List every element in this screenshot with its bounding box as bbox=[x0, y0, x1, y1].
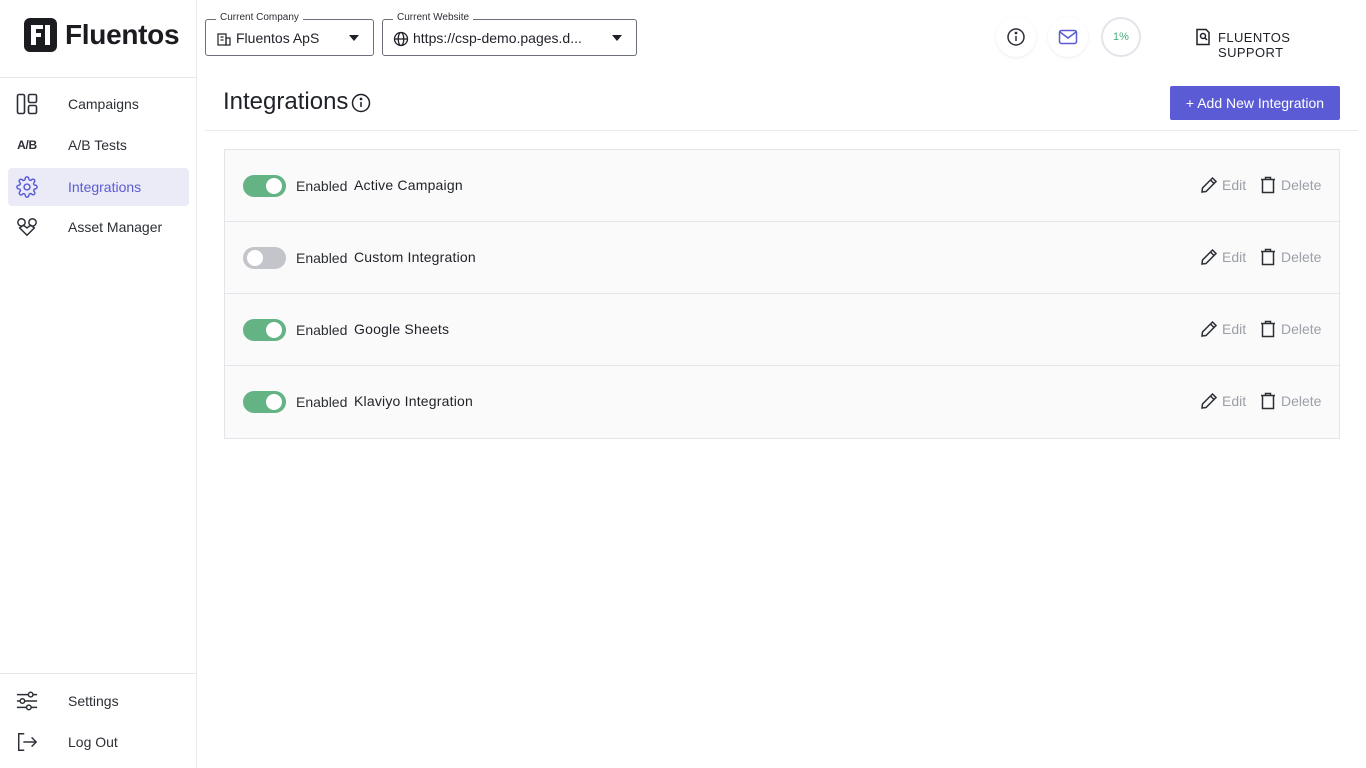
integration-row: Enabled Google Sheets Edit Delete bbox=[225, 294, 1339, 366]
pencil-icon bbox=[1201, 248, 1218, 265]
delete-button[interactable]: Delete bbox=[1259, 320, 1321, 338]
integrations-list: Enabled Active Campaign Edit Delete Enab… bbox=[224, 149, 1340, 439]
sidebar-item-label: Asset Manager bbox=[68, 219, 163, 235]
ab-tests-icon: A/B bbox=[17, 138, 37, 152]
logout-icon bbox=[16, 731, 38, 753]
brand-logo[interactable]: Fluentos bbox=[24, 18, 180, 52]
trash-icon bbox=[1261, 176, 1275, 194]
enabled-toggle[interactable] bbox=[243, 175, 286, 197]
website-select[interactable]: Current Website https://csp-demo.pages.d… bbox=[382, 12, 637, 56]
building-icon bbox=[216, 31, 232, 47]
support-document-icon bbox=[1194, 28, 1212, 51]
edit-button[interactable]: Edit bbox=[1200, 392, 1246, 410]
enabled-label: Enabled bbox=[296, 394, 348, 410]
pencil-icon bbox=[1201, 176, 1218, 193]
enabled-toggle[interactable] bbox=[243, 319, 286, 341]
sidebar-item-label: Log Out bbox=[68, 734, 118, 750]
enabled-toggle[interactable] bbox=[243, 391, 286, 413]
enabled-label: Enabled bbox=[296, 322, 348, 338]
sidebar-divider bbox=[0, 673, 197, 674]
delete-button[interactable]: Delete bbox=[1259, 392, 1321, 410]
logo-mark-icon bbox=[24, 18, 57, 52]
integration-name: Google Sheets bbox=[354, 321, 450, 337]
sidebar-divider bbox=[0, 77, 197, 78]
pencil-icon bbox=[1201, 392, 1218, 409]
integration-name: Klaviyo Integration bbox=[354, 393, 473, 409]
page-title: Integrations bbox=[223, 88, 349, 115]
sidebar-item-label: Integrations bbox=[68, 179, 142, 195]
info-icon[interactable] bbox=[351, 93, 371, 118]
delete-button[interactable]: Delete bbox=[1259, 176, 1321, 194]
website-select-label: Current Website bbox=[393, 12, 474, 23]
enabled-label: Enabled bbox=[296, 178, 348, 194]
edit-button[interactable]: Edit bbox=[1200, 248, 1246, 266]
trash-icon bbox=[1261, 320, 1275, 338]
enabled-label: Enabled bbox=[296, 250, 348, 266]
info-icon bbox=[1007, 28, 1025, 46]
sidebar-item-integrations[interactable]: Integrations bbox=[8, 168, 189, 206]
sidebar-item-campaigns[interactable]: Campaigns bbox=[8, 85, 189, 123]
campaigns-icon bbox=[16, 93, 38, 115]
sidebar-item-label: A/B Tests bbox=[68, 137, 127, 153]
integration-row: Enabled Klaviyo Integration Edit Delete bbox=[225, 366, 1339, 438]
company-select-value: Fluentos ApS bbox=[236, 30, 320, 46]
setup-progress-indicator[interactable]: 1% bbox=[1101, 17, 1141, 57]
messages-button[interactable] bbox=[1048, 17, 1088, 57]
company-select-label: Current Company bbox=[216, 12, 303, 23]
website-select-value: https://csp-demo.pages.d... bbox=[413, 30, 582, 46]
trash-icon bbox=[1261, 248, 1275, 266]
sidebar-item-settings[interactable]: Settings bbox=[8, 682, 189, 720]
pencil-icon bbox=[1201, 320, 1218, 337]
gear-icon bbox=[16, 176, 38, 198]
sidebar-item-ab-tests[interactable]: A/B A/B Tests bbox=[8, 126, 189, 164]
support-button-label: FLUENTOS SUPPORT bbox=[1218, 30, 1291, 60]
edit-button[interactable]: Edit bbox=[1200, 320, 1246, 338]
add-new-integration-button[interactable]: + Add New Integration bbox=[1170, 86, 1340, 120]
sidebar: Fluentos Campaigns A/B A/B Tests Integra… bbox=[0, 0, 197, 768]
support-button[interactable]: FLUENTOS SUPPORT bbox=[1180, 17, 1358, 60]
sliders-icon bbox=[16, 690, 38, 712]
chevron-down-icon bbox=[349, 35, 359, 41]
trash-icon bbox=[1261, 392, 1275, 410]
edit-button[interactable]: Edit bbox=[1200, 176, 1246, 194]
sidebar-item-asset-manager[interactable]: Asset Manager bbox=[8, 208, 189, 246]
enabled-toggle[interactable] bbox=[243, 247, 286, 269]
integration-name: Active Campaign bbox=[354, 177, 463, 193]
sidebar-item-label: Campaigns bbox=[68, 96, 139, 112]
chevron-down-icon bbox=[612, 35, 622, 41]
info-button[interactable] bbox=[996, 17, 1036, 57]
delete-button[interactable]: Delete bbox=[1259, 248, 1321, 266]
company-select[interactable]: Current Company Fluentos ApS bbox=[205, 12, 374, 56]
globe-icon bbox=[393, 31, 409, 47]
integration-row: Enabled Active Campaign Edit Delete bbox=[225, 150, 1339, 222]
progress-percent: 1% bbox=[1113, 31, 1129, 43]
integration-name: Custom Integration bbox=[354, 249, 476, 265]
mail-icon bbox=[1058, 29, 1078, 45]
brand-name: Fluentos bbox=[65, 19, 180, 50]
sidebar-item-logout[interactable]: Log Out bbox=[8, 723, 189, 761]
integration-row: Enabled Custom Integration Edit Delete bbox=[225, 222, 1339, 294]
sidebar-item-label: Settings bbox=[68, 693, 119, 709]
asset-manager-icon bbox=[16, 216, 38, 238]
